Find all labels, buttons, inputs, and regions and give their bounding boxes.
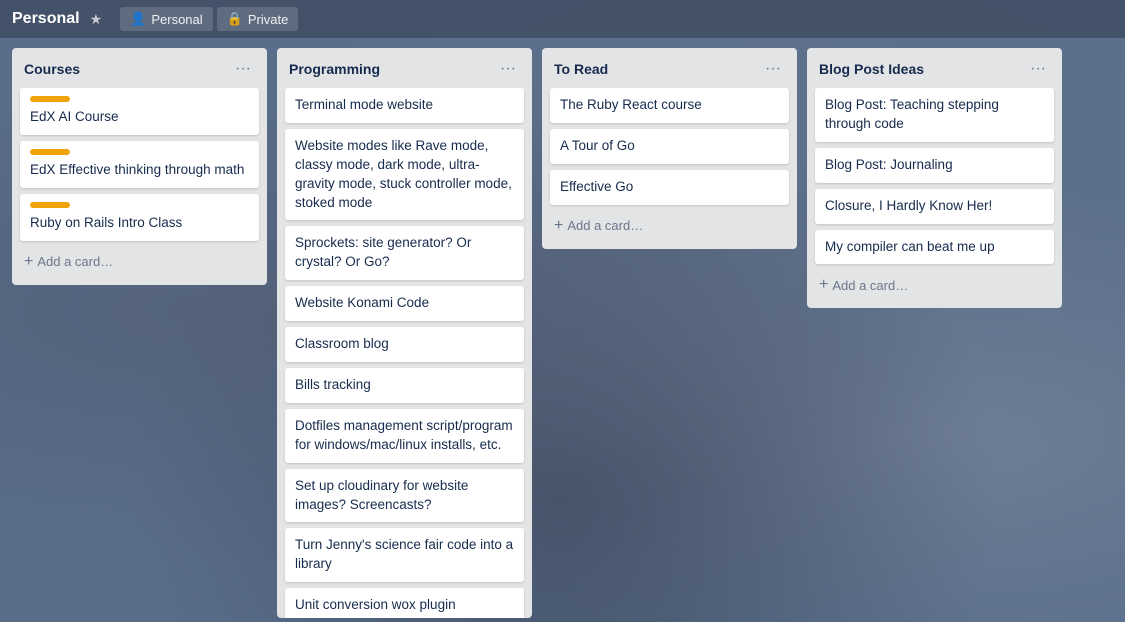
card-text-effective-go: Effective Go <box>560 179 633 194</box>
board-title: Personal <box>12 10 80 28</box>
card-edx-math[interactable]: EdX Effective thinking through math <box>20 141 259 188</box>
card-text-tour-go: A Tour of Go <box>560 138 635 153</box>
card-blog-stepping[interactable]: Blog Post: Teaching stepping through cod… <box>815 88 1054 142</box>
card-tour-go[interactable]: A Tour of Go <box>550 129 789 164</box>
card-jenny-science[interactable]: Turn Jenny's science fair code into a li… <box>285 528 524 582</box>
card-classroom-blog[interactable]: Classroom blog <box>285 327 524 362</box>
header-nav-item-0[interactable]: 👤 Personal <box>120 7 213 31</box>
add-card-to-read[interactable]: + Add a card… <box>550 211 789 241</box>
column-menu-to-read[interactable]: ··· <box>761 58 785 80</box>
add-icon-courses: + <box>24 253 33 271</box>
column-header-blog-post-ideas: Blog Post Ideas ··· <box>815 56 1054 82</box>
board: Courses ··· EdX AI Course EdX Effective thi… <box>0 38 1125 622</box>
header-nav-item-1[interactable]: 🔒 Private <box>217 7 299 31</box>
card-text-ruby-rails: Ruby on Rails Intro Class <box>30 215 182 230</box>
card-ruby-rails[interactable]: Ruby on Rails Intro Class <box>20 194 259 241</box>
column-title-blog-post-ideas: Blog Post Ideas <box>819 61 924 77</box>
column-courses: Courses ··· EdX AI Course EdX Effective thi… <box>12 48 267 285</box>
card-text-terminal-mode: Terminal mode website <box>295 97 433 112</box>
card-effective-go[interactable]: Effective Go <box>550 170 789 205</box>
card-terminal-mode[interactable]: Terminal mode website <box>285 88 524 123</box>
card-konami[interactable]: Website Konami Code <box>285 286 524 321</box>
header: Personal ★ 👤 Personal 🔒 Private <box>0 0 1125 38</box>
star-icon[interactable]: ★ <box>90 11 103 28</box>
add-card-blog-post-ideas[interactable]: + Add a card… <box>815 270 1054 300</box>
card-label-edx-ai <box>30 96 70 102</box>
card-unit-conversion[interactable]: Unit conversion wox plugin <box>285 588 524 618</box>
nav-icon-0: 👤 <box>130 11 146 27</box>
column-blog-post-ideas: Blog Post Ideas ··· Blog Post: Teaching st… <box>807 48 1062 308</box>
card-text-jenny-science: Turn Jenny's science fair code into a li… <box>295 537 513 571</box>
card-text-unit-conversion: Unit conversion wox plugin <box>295 597 456 612</box>
card-dotfiles[interactable]: Dotfiles management script/program for w… <box>285 409 524 463</box>
header-nav: 👤 Personal 🔒 Private <box>120 7 298 31</box>
column-title-to-read: To Read <box>554 61 608 77</box>
card-text-blog-stepping: Blog Post: Teaching stepping through cod… <box>825 97 999 131</box>
add-card-courses[interactable]: + Add a card… <box>20 247 259 277</box>
column-to-read: To Read ··· The Ruby React course A Tour of… <box>542 48 797 249</box>
column-programming: Programming ··· Terminal mode website Websi… <box>277 48 532 618</box>
card-sprockets[interactable]: Sprockets: site generator? Or crystal? O… <box>285 226 524 280</box>
card-text-ruby-react: The Ruby React course <box>560 97 702 112</box>
nav-label-1: Private <box>248 12 288 27</box>
column-menu-blog-post-ideas[interactable]: ··· <box>1026 58 1050 80</box>
column-header-programming: Programming ··· <box>285 56 524 82</box>
nav-label-0: Personal <box>151 12 202 27</box>
card-edx-ai[interactable]: EdX AI Course <box>20 88 259 135</box>
column-header-to-read: To Read ··· <box>550 56 789 82</box>
card-text-website-modes: Website modes like Rave mode, classy mod… <box>295 138 512 210</box>
add-label-to-read: Add a card… <box>567 218 643 233</box>
card-text-bills: Bills tracking <box>295 377 371 392</box>
column-menu-programming[interactable]: ··· <box>496 58 520 80</box>
card-label-edx-math <box>30 149 70 155</box>
card-closure[interactable]: Closure, I Hardly Know Her! <box>815 189 1054 224</box>
card-blog-journaling[interactable]: Blog Post: Journaling <box>815 148 1054 183</box>
column-header-courses: Courses ··· <box>20 56 259 82</box>
card-text-blog-journaling: Blog Post: Journaling <box>825 157 953 172</box>
add-icon-blog-post-ideas: + <box>819 276 828 294</box>
card-text-compiler: My compiler can beat me up <box>825 239 995 254</box>
column-menu-courses[interactable]: ··· <box>231 58 255 80</box>
card-bills[interactable]: Bills tracking <box>285 368 524 403</box>
card-cloudinary[interactable]: Set up cloudinary for website images? Sc… <box>285 469 524 523</box>
card-text-konami: Website Konami Code <box>295 295 429 310</box>
card-text-edx-ai: EdX AI Course <box>30 109 119 124</box>
column-title-courses: Courses <box>24 61 80 77</box>
card-text-dotfiles: Dotfiles management script/program for w… <box>295 418 513 452</box>
card-text-cloudinary: Set up cloudinary for website images? Sc… <box>295 478 468 512</box>
add-icon-to-read: + <box>554 217 563 235</box>
card-compiler[interactable]: My compiler can beat me up <box>815 230 1054 265</box>
column-title-programming: Programming <box>289 61 380 77</box>
card-text-sprockets: Sprockets: site generator? Or crystal? O… <box>295 235 471 269</box>
card-ruby-react[interactable]: The Ruby React course <box>550 88 789 123</box>
card-label-ruby-rails <box>30 202 70 208</box>
nav-icon-1: 🔒 <box>227 11 243 27</box>
card-website-modes[interactable]: Website modes like Rave mode, classy mod… <box>285 129 524 221</box>
add-label-blog-post-ideas: Add a card… <box>832 278 908 293</box>
card-text-closure: Closure, I Hardly Know Her! <box>825 198 992 213</box>
card-text-edx-math: EdX Effective thinking through math <box>30 162 244 177</box>
card-text-classroom-blog: Classroom blog <box>295 336 389 351</box>
add-label-courses: Add a card… <box>37 254 113 269</box>
